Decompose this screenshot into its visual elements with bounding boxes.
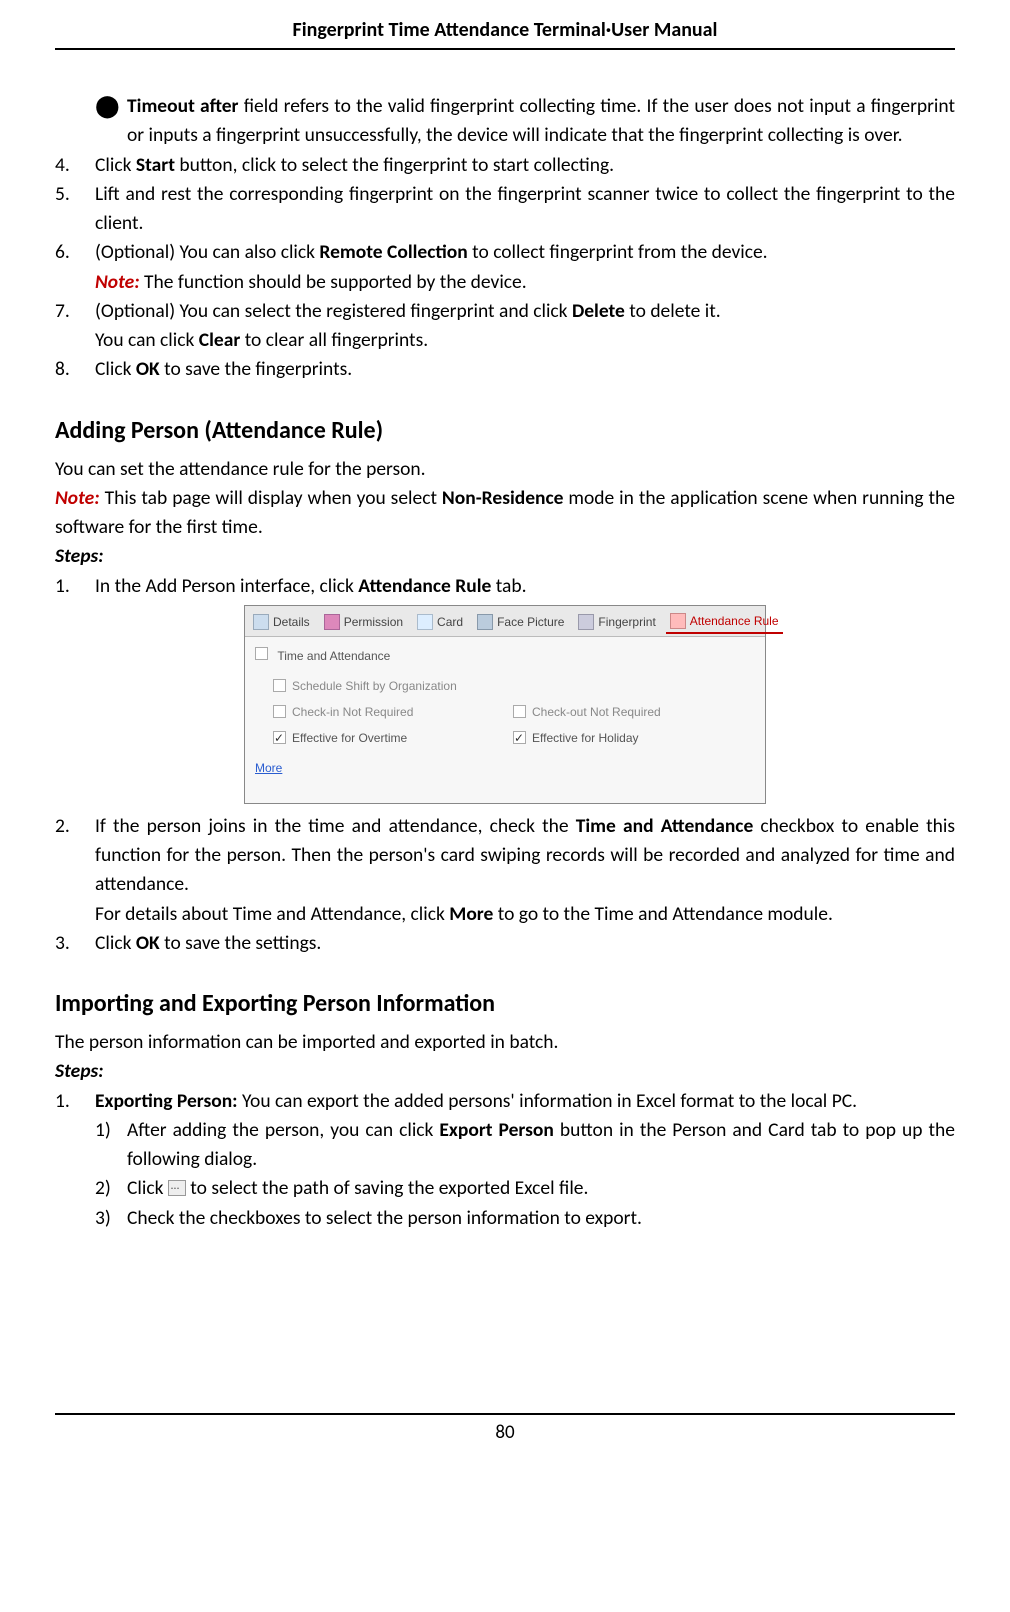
- bullet-rest: field refers to the valid fingerprint co…: [127, 94, 955, 147]
- checkbox-schedule[interactable]: [273, 679, 286, 692]
- embedded-screenshot: Details Permission Card Face Picture Fin…: [55, 605, 955, 804]
- section-a-intro: You can set the attendance rule for the …: [55, 455, 955, 484]
- browse-icon[interactable]: [168, 1180, 186, 1196]
- panel-title: Time and Attendance: [253, 643, 757, 673]
- step-num: 1.: [55, 1087, 95, 1116]
- step-text: Check the checkboxes to select the perso…: [127, 1204, 955, 1233]
- section-b-step-1: 1. Exporting Person: You can export the …: [55, 1087, 955, 1116]
- time-attendance-checkbox[interactable]: [255, 647, 268, 660]
- step-text: Exporting Person: You can export the add…: [95, 1087, 955, 1116]
- tab-permission[interactable]: Permission: [320, 611, 407, 633]
- bullet-timeout: ⬤ Timeout after field refers to the vali…: [55, 92, 955, 151]
- step-8: 8. Click OK to save the fingerprints.: [55, 355, 955, 384]
- steps-label: Steps:: [55, 542, 955, 571]
- section-a-step-2: 2. If the person joins in the time and a…: [55, 812, 955, 900]
- step-num: 6.: [55, 238, 95, 267]
- step-text: (Optional) You can select the registered…: [95, 297, 955, 326]
- tab-attendance-rule[interactable]: Attendance Rule: [666, 610, 783, 634]
- step-num: 7.: [55, 297, 95, 326]
- permission-icon: [324, 614, 340, 630]
- opt-checkout: Check-out Not Required: [513, 703, 753, 721]
- opt-schedule-shift: Schedule Shift by Organization: [273, 677, 513, 695]
- step-num: 1): [95, 1116, 127, 1175]
- step-text: After adding the person, you can click E…: [127, 1116, 955, 1175]
- step-num: 4.: [55, 151, 95, 180]
- document-body: ⬤ Timeout after field refers to the vali…: [55, 92, 955, 1233]
- opt-holiday: Effective for Holiday: [513, 729, 753, 747]
- section-a-step-1: 1. In the Add Person interface, click At…: [55, 572, 955, 601]
- steps-label: Steps:: [55, 1057, 955, 1086]
- step-num: 2): [95, 1174, 127, 1203]
- note-label: Note:: [55, 486, 100, 510]
- step-6-note: Note: The function should be supported b…: [55, 268, 955, 297]
- step-num: 3.: [55, 929, 95, 958]
- attendance-panel: Time and Attendance Schedule Shift by Or…: [245, 637, 765, 803]
- step-4: 4. Click Start button, click to select t…: [55, 151, 955, 180]
- note-label: Note:: [95, 270, 140, 294]
- section-a-step-2b: For details about Time and Attendance, c…: [55, 900, 955, 929]
- checkbox-checkout[interactable]: [513, 705, 526, 718]
- section-b-sub-3: 3) Check the checkboxes to select the pe…: [55, 1204, 955, 1233]
- tab-face-picture[interactable]: Face Picture: [473, 611, 568, 633]
- section-attendance-rule-title: Adding Person (Attendance Rule): [55, 413, 955, 449]
- step-6: 6. (Optional) You can also click Remote …: [55, 238, 955, 267]
- step-7: 7. (Optional) You can select the registe…: [55, 297, 955, 326]
- step-7-extra: You can click Clear to clear all fingerp…: [55, 326, 955, 355]
- step-5: 5. Lift and rest the corresponding finge…: [55, 180, 955, 239]
- section-b-sub-1: 1) After adding the person, you can clic…: [55, 1116, 955, 1175]
- tab-fingerprint[interactable]: Fingerprint: [574, 611, 659, 633]
- page-number: 80: [55, 1421, 955, 1444]
- section-a-note: Note: This tab page will display when yo…: [55, 484, 955, 543]
- step-num: 2.: [55, 812, 95, 900]
- more-link[interactable]: More: [253, 751, 282, 777]
- step-num: 3): [95, 1204, 127, 1233]
- opt-overtime: Effective for Overtime: [273, 729, 513, 747]
- step-num: 5.: [55, 180, 95, 239]
- section-import-export-title: Importing and Exporting Person Informati…: [55, 986, 955, 1022]
- bullet-icon: ⬤: [95, 92, 127, 151]
- opt-checkin: Check-in Not Required: [273, 703, 513, 721]
- tab-bar: Details Permission Card Face Picture Fin…: [245, 606, 765, 637]
- face-icon: [477, 614, 493, 630]
- step-text: Click to select the path of saving the e…: [127, 1174, 955, 1203]
- step-text: If the person joins in the time and atte…: [95, 812, 955, 900]
- section-b-sub-2: 2) Click to select the path of saving th…: [55, 1174, 955, 1203]
- step-num: 8.: [55, 355, 95, 384]
- step-text: Click Start button, click to select the …: [95, 151, 955, 180]
- section-a-step-3: 3. Click OK to save the settings.: [55, 929, 955, 958]
- bullet-lead: Timeout after: [127, 94, 238, 118]
- section-b-intro: The person information can be imported a…: [55, 1028, 955, 1057]
- step-text: Click OK to save the settings.: [95, 929, 955, 958]
- step-text: In the Add Person interface, click Atten…: [95, 572, 955, 601]
- page-footer: 80: [55, 1413, 955, 1444]
- footer-rule: [55, 1413, 955, 1415]
- card-icon: [417, 614, 433, 630]
- step-num: 1.: [55, 572, 95, 601]
- bullet-text: Timeout after field refers to the valid …: [127, 92, 955, 151]
- details-icon: [253, 614, 269, 630]
- page-header: Fingerprint Time Attendance Terminal·Use…: [55, 18, 955, 50]
- tab-card[interactable]: Card: [413, 611, 467, 633]
- checkbox-checkin[interactable]: [273, 705, 286, 718]
- step-text: Click OK to save the fingerprints.: [95, 355, 955, 384]
- header-title: Fingerprint Time Attendance Terminal·Use…: [293, 18, 718, 42]
- step-text: (Optional) You can also click Remote Col…: [95, 238, 955, 267]
- checkbox-holiday[interactable]: [513, 731, 526, 744]
- fingerprint-icon: [578, 614, 594, 630]
- attendance-rule-icon: [670, 613, 686, 629]
- tab-details[interactable]: Details: [249, 611, 314, 633]
- step-text: Lift and rest the corresponding fingerpr…: [95, 180, 955, 239]
- checkbox-overtime[interactable]: [273, 731, 286, 744]
